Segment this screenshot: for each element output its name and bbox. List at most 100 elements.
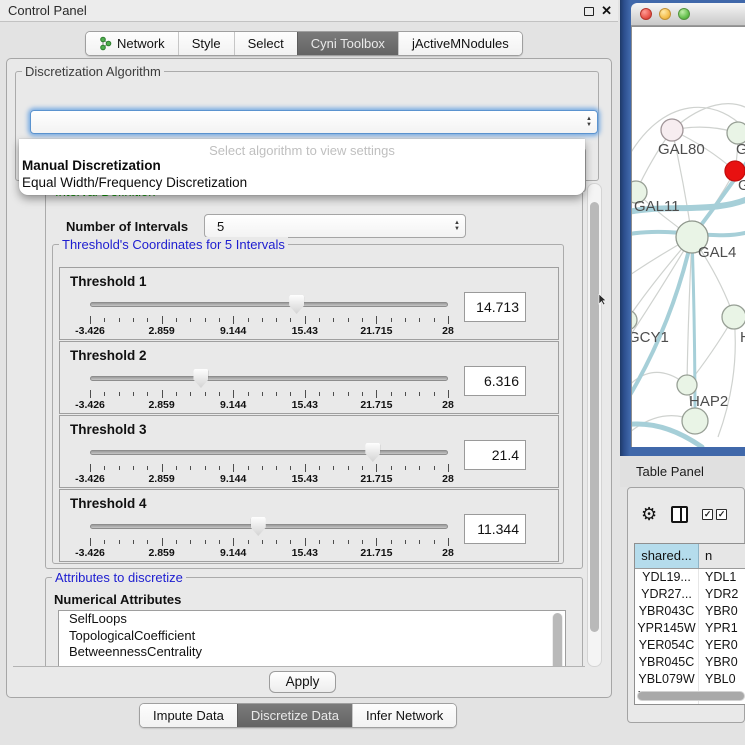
slider-track[interactable] [90,302,448,307]
number-of-intervals-value: 5 [205,219,449,234]
bottom-tab-bar: Impute Data Discretize Data Infer Network [139,703,457,728]
close-icon[interactable]: ✕ [601,6,612,16]
slider-thumb[interactable] [365,443,380,462]
network-view-window: GAL80GAGGAL11GAL4GCY1HHAP2 [620,0,745,456]
spinner-arrows-icon: ▲▼ [449,221,465,232]
network-node-label: GAL11 [634,198,680,215]
table-header-row: shared... n [635,544,745,569]
table-cell[interactable]: YER054C [635,637,699,654]
slider-track[interactable] [90,524,448,529]
table-cell[interactable]: YDL19... [635,569,699,586]
table-hscrollbar[interactable] [637,691,745,701]
tab-label: Discretize Data [251,708,339,723]
tab-network[interactable]: Network [86,32,178,55]
column-header-shared[interactable]: shared... [635,544,699,568]
network-node[interactable] [677,375,697,395]
table-cell[interactable]: YBR0 [699,603,745,620]
attributes-group-title: Attributes to discretize [52,570,186,585]
tab-infer-network[interactable]: Infer Network [352,704,456,727]
settings-viewport: Interval Definition Number of Intervals … [13,183,585,667]
network-node-label: GA [736,141,745,158]
checkbox-icon[interactable]: ✓ [716,509,727,520]
number-of-intervals-spinner[interactable]: 5 ▲▼ [204,214,466,238]
network-node[interactable] [661,119,683,141]
interval-definition-group: Interval Definition Number of Intervals … [45,191,583,569]
threshold-slider[interactable]: -3.4262.8599.14415.4321.71528 [90,516,448,560]
attribute-list-item[interactable]: BetweennessCentrality [59,644,565,661]
table-cell[interactable]: YBR0 [699,654,745,671]
tab-label: Infer Network [366,708,443,723]
control-panel-titlebar: Control Panel ✕ [0,0,618,22]
network-node-label: GAL4 [698,244,736,261]
table-cell[interactable]: YPR1 [699,620,745,637]
table-cell[interactable]: YDR2 [699,586,745,603]
threshold-slider[interactable]: -3.4262.8599.14415.4321.71528 [90,442,448,486]
network-node[interactable] [682,408,708,434]
tab-select[interactable]: Select [234,32,297,55]
attribute-list-item[interactable]: TopologicalCoefficient [59,628,565,645]
table-cell[interactable]: YDL1 [699,569,745,586]
numerical-attributes-list[interactable]: SelfLoopsTopologicalCoefficientBetweenne… [58,610,566,667]
threshold-label: Threshold 2 [70,348,147,363]
slider-thumb[interactable] [289,295,304,314]
threshold-value-field[interactable]: 21.4 [464,440,526,470]
discretization-algorithm-title: Discretization Algorithm [22,64,164,79]
tab-cyni-toolbox[interactable]: Cyni Toolbox [297,32,398,55]
threshold-value-field[interactable]: 11.344 [464,514,526,544]
combo-arrows-icon: ▲▼ [581,117,597,128]
slider-track[interactable] [90,450,448,455]
algorithm-combo[interactable]: ▲▼ [30,110,598,134]
tab-discretize-data[interactable]: Discretize Data [237,704,352,727]
table-row[interactable]: YDR27...YDR2 [635,586,745,603]
mac-minimize-button[interactable] [659,8,671,20]
mac-zoom-button[interactable] [678,8,690,20]
table-cell[interactable]: YER0 [699,637,745,654]
checkbox-icon[interactable]: ✓ [702,509,713,520]
slider-thumb[interactable] [193,369,208,388]
tab-style[interactable]: Style [178,32,234,55]
threshold-slider[interactable]: -3.4262.8599.14415.4321.71528 [90,294,448,338]
table-cell[interactable]: YBL0 [699,671,745,688]
settings-scrollbar[interactable] [587,183,602,667]
table-row[interactable]: YBR045CYBR0 [635,654,745,671]
network-icon [99,36,112,51]
table-cell[interactable]: YBR045C [635,654,699,671]
column-header-name[interactable]: n [699,544,745,568]
network-canvas[interactable]: GAL80GAGGAL11GAL4GCY1HHAP2 [631,26,745,447]
apply-button[interactable]: Apply [269,671,336,693]
algorithm-option-manual[interactable]: Manual Discretization [22,158,161,173]
table-cell[interactable]: YPR145W [635,620,699,637]
float-icon[interactable] [584,7,594,16]
threshold-slider[interactable]: -3.4262.8599.14415.4321.71528 [90,368,448,412]
network-node-label: G [738,177,745,194]
algorithm-dropdown-popup: Select algorithm to view settings Manual… [19,139,585,195]
split-view-icon[interactable] [671,506,688,523]
table-cell[interactable]: YBL079W [635,671,699,688]
panel-title: Control Panel [0,3,87,18]
tab-impute-data[interactable]: Impute Data [140,704,237,727]
tab-label: Network [117,36,165,51]
threshold-value-field[interactable]: 14.713 [464,292,526,322]
slider-track[interactable] [90,376,448,381]
tab-jactivemnodules[interactable]: jActiveMNodules [398,32,522,55]
attributes-list-scrollbar[interactable] [552,613,563,667]
table-row[interactable]: YBR043CYBR0 [635,603,745,620]
table-cell[interactable]: YDR27... [635,586,699,603]
slider-thumb[interactable] [251,517,266,536]
threshold-panel-4: Threshold 4-3.4262.8599.14415.4321.71528… [59,489,559,562]
table-row[interactable]: YDL19...YDL1 [635,569,745,586]
scrollbar-thumb[interactable] [590,202,599,632]
gear-icon[interactable]: ⚙ [641,505,657,523]
attribute-list-item[interactable]: SelfLoops [59,611,565,628]
table-cell[interactable]: YBR043C [635,603,699,620]
table-row[interactable]: YBL079WYBL0 [635,671,745,688]
table-row[interactable]: YER054CYER0 [635,637,745,654]
threshold-value-field[interactable]: 6.316 [464,366,526,396]
slider-tick-labels: -3.4262.8599.14415.4321.71528 [90,547,448,559]
hscrollbar-thumb[interactable] [638,692,744,700]
threshold-panel-2: Threshold 2 -3.4262.8599.14415.4321.71528… [59,341,559,414]
algorithm-option-equal-width[interactable]: Equal Width/Frequency Discretization [22,175,247,190]
network-node[interactable] [722,305,745,329]
mac-close-button[interactable] [640,8,652,20]
table-row[interactable]: YPR145WYPR1 [635,620,745,637]
